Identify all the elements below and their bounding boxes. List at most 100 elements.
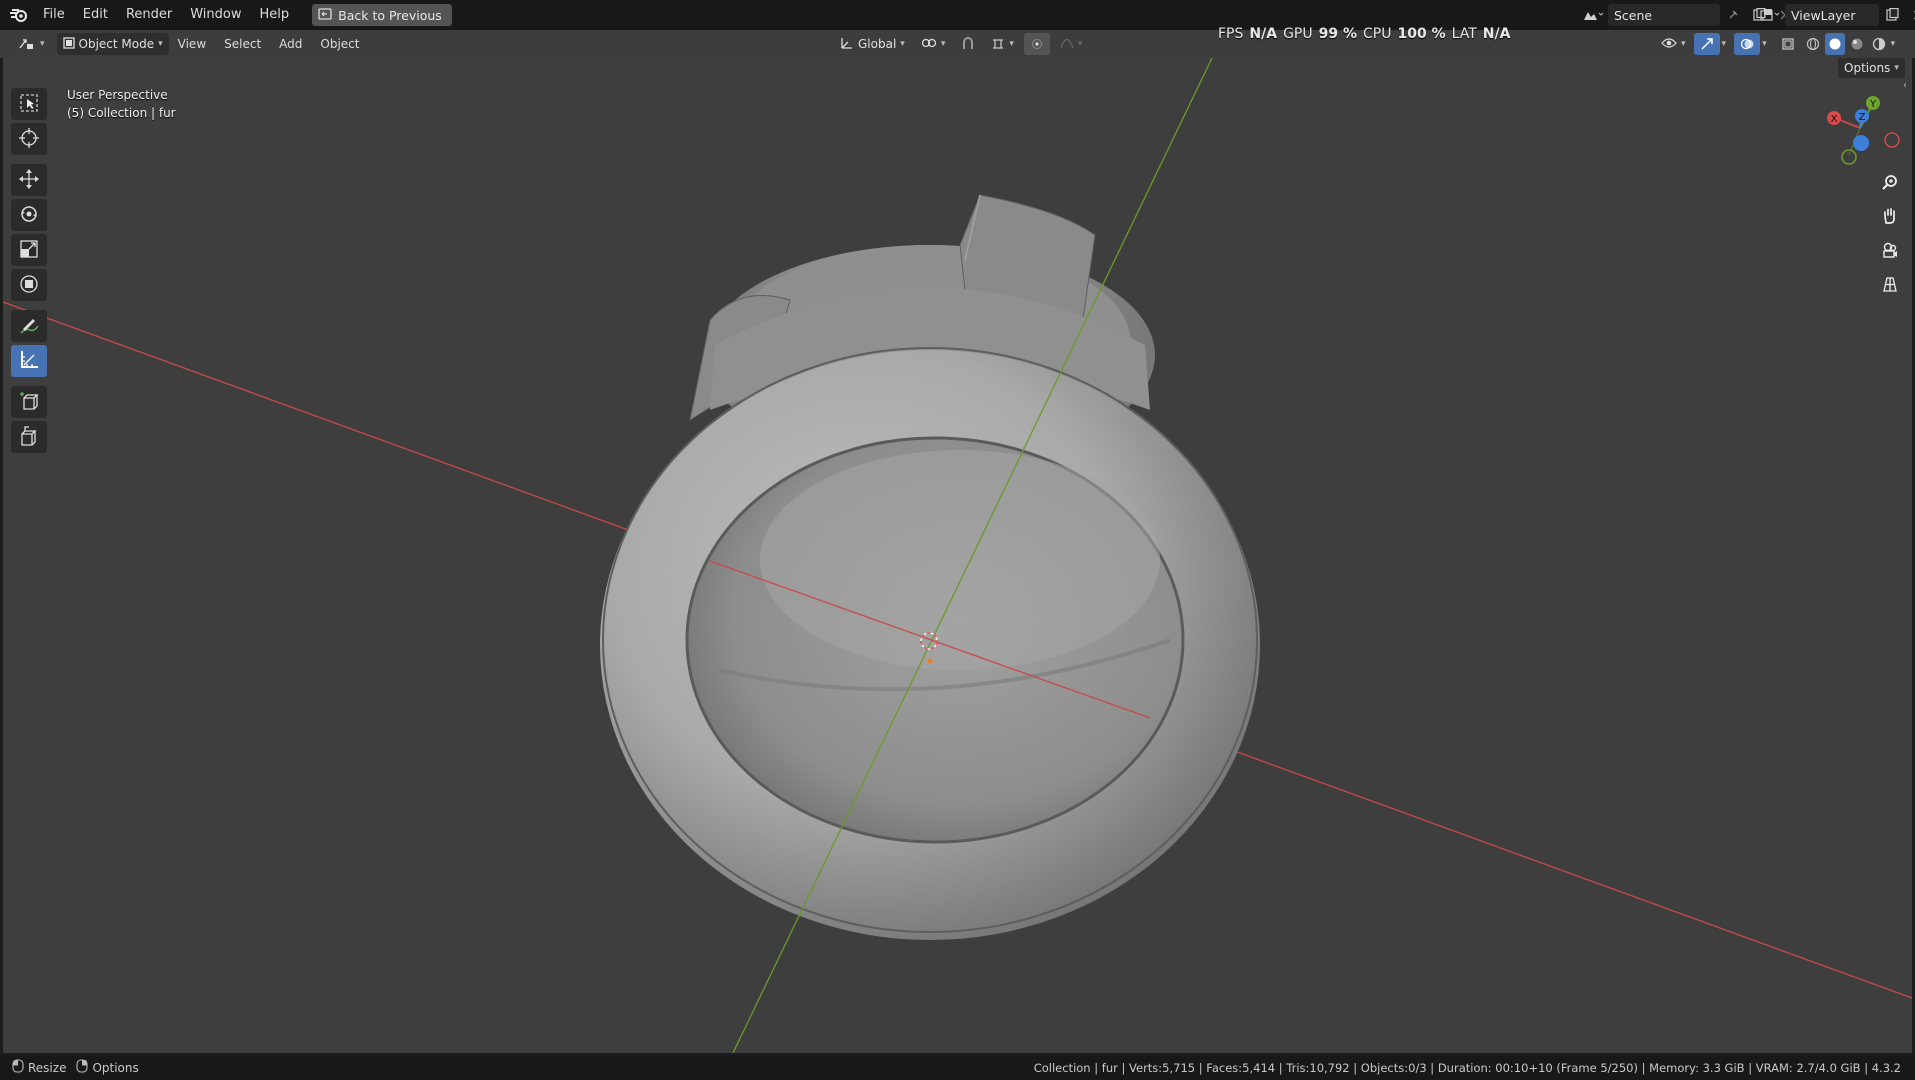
resize-hint-label: Resize bbox=[28, 1060, 67, 1075]
menu-file[interactable]: File bbox=[34, 0, 74, 30]
performance-stats: FPS N/A GPU 99 % CPU 100 % LAT N/A bbox=[1218, 26, 1510, 42]
cursor-tool[interactable] bbox=[11, 123, 47, 155]
extrude-tool[interactable] bbox=[11, 421, 47, 453]
scale-tool[interactable] bbox=[11, 234, 47, 266]
screen-back-icon bbox=[318, 7, 332, 23]
move-icon bbox=[18, 168, 40, 193]
rotate-tool[interactable] bbox=[11, 199, 47, 231]
fps-value: N/A bbox=[1249, 26, 1278, 42]
zoom-icon bbox=[1881, 173, 1899, 194]
visibility-dropdown[interactable]: ▾ bbox=[1655, 33, 1692, 55]
chevron-down-icon: ▾ bbox=[1077, 39, 1083, 49]
menu-object[interactable]: Object bbox=[311, 30, 368, 58]
measure-tool[interactable] bbox=[11, 345, 47, 377]
snap-toggle-icon[interactable] bbox=[955, 33, 981, 55]
editor-type-dropdown[interactable]: ▾ bbox=[12, 33, 51, 55]
mouse-left-icon bbox=[12, 1059, 24, 1076]
grid-icon bbox=[1881, 275, 1899, 296]
collection-info-label: (5) Collection | fur bbox=[67, 106, 176, 120]
chevron-down-icon: ▾ bbox=[900, 39, 905, 49]
scene-browse-icon[interactable] bbox=[1578, 4, 1608, 26]
proportional-edit-icon[interactable] bbox=[1023, 33, 1050, 55]
pan-button[interactable] bbox=[1877, 204, 1903, 230]
chevron-down-icon: ▾ bbox=[1009, 39, 1014, 49]
zoom-button[interactable] bbox=[1877, 170, 1903, 196]
menu-help[interactable]: Help bbox=[251, 0, 299, 30]
extrude-icon bbox=[18, 425, 40, 450]
camera-view-button[interactable] bbox=[1877, 238, 1903, 264]
rendered-shading-icon[interactable] bbox=[1869, 33, 1889, 55]
gpu-label: GPU bbox=[1283, 26, 1313, 42]
add-cube-tool[interactable] bbox=[11, 386, 47, 418]
pivot-link-icon bbox=[921, 37, 937, 52]
viewlayer-name-field[interactable]: ViewLayer bbox=[1785, 4, 1879, 26]
scene-pin-icon[interactable] bbox=[1720, 4, 1746, 26]
gizmo-x-label: X bbox=[1831, 114, 1838, 125]
transform-tool[interactable] bbox=[11, 269, 47, 301]
overlay-toggle-icon[interactable] bbox=[1734, 33, 1761, 55]
mode-dropdown[interactable]: Object Mode ▾ bbox=[56, 33, 169, 55]
annotate-tool[interactable] bbox=[11, 310, 47, 342]
blender-logo-icon[interactable] bbox=[4, 0, 34, 30]
3d-viewport[interactable]: Y X Z User Perspective (5) Collection | … bbox=[3, 58, 1912, 1053]
perspective-toggle-button[interactable] bbox=[1877, 272, 1903, 298]
scene-statistics: Collection | fur | Verts:5,715 | Faces:5… bbox=[1033, 1060, 1901, 1075]
options-dropdown[interactable]: Options ▾ bbox=[1838, 58, 1905, 78]
falloff-dropdown[interactable]: ▾ bbox=[1054, 33, 1089, 55]
gizmo-y-label: Y bbox=[1869, 99, 1877, 110]
menu-add[interactable]: Add bbox=[270, 30, 311, 58]
status-bar: Resize Options Collection | fur | Verts:… bbox=[0, 1055, 1915, 1080]
navigation-gizmo[interactable]: Y X Z bbox=[1827, 96, 1900, 165]
rotate-icon bbox=[18, 203, 40, 228]
cursor-icon bbox=[18, 127, 40, 152]
fps-label: FPS bbox=[1218, 26, 1244, 42]
solid-shading-icon[interactable] bbox=[1824, 33, 1845, 55]
add-cube-icon bbox=[18, 390, 40, 415]
editor-type-icon bbox=[18, 36, 36, 53]
scale-icon bbox=[18, 238, 40, 263]
object-mode-icon bbox=[62, 36, 75, 52]
transform-icon bbox=[18, 273, 40, 298]
viewlayer-new-icon[interactable] bbox=[1879, 4, 1905, 26]
orientation-icon bbox=[840, 36, 854, 53]
view-name-label: User Perspective bbox=[67, 88, 168, 102]
pivot-dropdown[interactable]: ▾ bbox=[915, 33, 952, 55]
menu-render[interactable]: Render bbox=[117, 0, 181, 30]
select-box-tool[interactable] bbox=[11, 88, 47, 120]
snap-target-dropdown[interactable]: ▾ bbox=[985, 33, 1020, 55]
chevron-down-icon: ▾ bbox=[158, 39, 163, 49]
chevron-down-icon: ▾ bbox=[1894, 63, 1899, 73]
menu-view[interactable]: View bbox=[169, 30, 215, 58]
wireframe-shading-icon[interactable] bbox=[1803, 33, 1823, 55]
sidebar-toggle-icon[interactable]: ‹ bbox=[1903, 80, 1907, 91]
options-label: Options bbox=[1844, 61, 1891, 75]
material-shading-icon[interactable] bbox=[1847, 33, 1867, 55]
cpu-label: CPU bbox=[1363, 26, 1392, 42]
measure-icon bbox=[18, 349, 40, 374]
viewlayer-name-label: ViewLayer bbox=[1791, 7, 1856, 23]
camera-icon bbox=[1881, 241, 1899, 262]
scene-name-field[interactable]: Scene bbox=[1608, 4, 1720, 26]
mouse-right-icon bbox=[76, 1059, 89, 1076]
falloff-curve-icon bbox=[1060, 37, 1074, 52]
back-to-previous-button[interactable]: Back to Previous bbox=[312, 4, 452, 26]
mode-label: Object Mode bbox=[78, 37, 155, 51]
gizmo-toggle-icon[interactable] bbox=[1693, 33, 1720, 55]
annotate-icon bbox=[18, 314, 40, 339]
chevron-down-icon[interactable]: ▾ bbox=[1891, 39, 1896, 49]
chevron-down-icon[interactable]: ▾ bbox=[1762, 39, 1767, 49]
orientation-dropdown[interactable]: Global ▾ bbox=[834, 33, 911, 55]
chevron-down-icon[interactable]: ▾ bbox=[1722, 39, 1727, 49]
gizmo-z-label: Z bbox=[1859, 112, 1866, 123]
menu-window[interactable]: Window bbox=[181, 0, 250, 30]
menu-edit[interactable]: Edit bbox=[74, 0, 117, 30]
select-box-icon bbox=[19, 93, 39, 116]
back-to-previous-label: Back to Previous bbox=[338, 7, 442, 23]
viewlayer-browse-icon[interactable] bbox=[1755, 4, 1785, 26]
viewlayer-selector: ViewLayer bbox=[1755, 4, 1915, 26]
menu-select[interactable]: Select bbox=[215, 30, 270, 58]
move-tool[interactable] bbox=[11, 164, 47, 196]
xray-toggle-icon[interactable] bbox=[1775, 33, 1801, 55]
viewlayer-delete-icon[interactable] bbox=[1905, 4, 1915, 26]
lat-value: N/A bbox=[1482, 26, 1511, 42]
